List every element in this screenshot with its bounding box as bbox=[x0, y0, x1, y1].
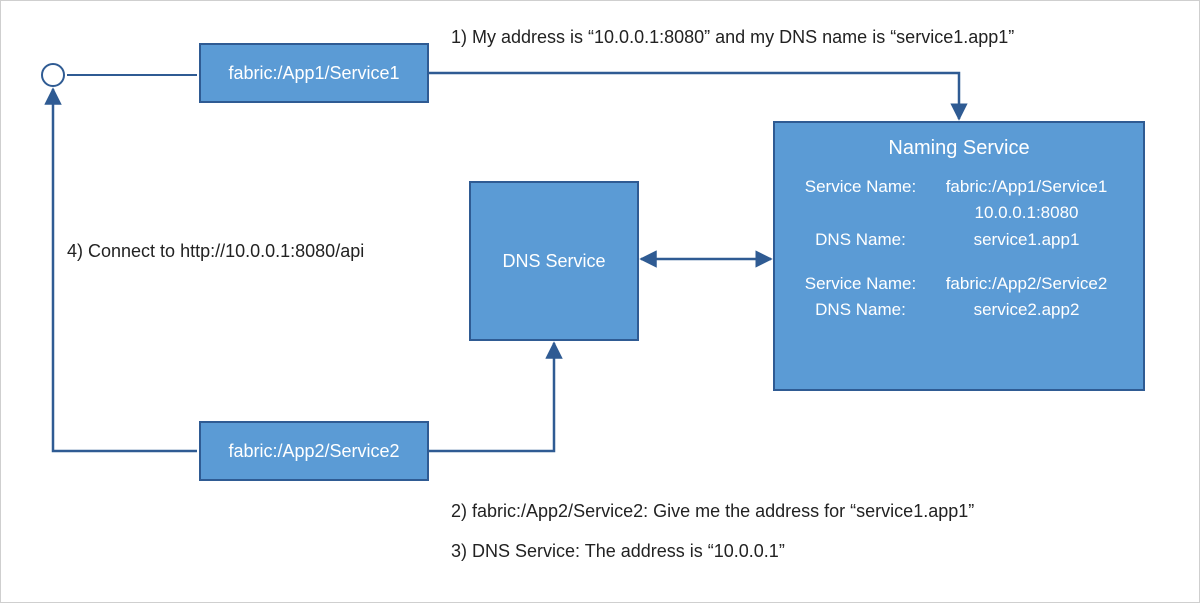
diagram-canvas: fabric:/App1/Service1 DNS Service Naming… bbox=[0, 0, 1200, 603]
box-label: DNS Service bbox=[502, 251, 605, 272]
naming-title: Naming Service bbox=[888, 137, 1029, 160]
naming-key: Service Name: bbox=[793, 271, 928, 297]
naming-value: fabric:/App2/Service2 bbox=[928, 271, 1125, 297]
box-service2: fabric:/App2/Service2 bbox=[199, 421, 429, 481]
naming-row: DNS Name: service2.app2 bbox=[793, 297, 1125, 323]
naming-value: service2.app2 bbox=[928, 297, 1125, 323]
step2-label: 2) fabric:/App2/Service2: Give me the ad… bbox=[451, 501, 974, 522]
step4-label: 4) Connect to http://10.0.0.1:8080/api bbox=[67, 241, 364, 262]
box-dns: DNS Service bbox=[469, 181, 639, 341]
step1-label: 1) My address is “10.0.0.1:8080” and my … bbox=[451, 27, 1014, 48]
step3-label: 3) DNS Service: The address is “10.0.0.1… bbox=[451, 541, 785, 562]
naming-key: Service Name: bbox=[793, 174, 928, 200]
naming-value: service1.app1 bbox=[928, 227, 1125, 253]
naming-value: 10.0.0.1:8080 bbox=[928, 200, 1125, 226]
naming-row: Service Name: fabric:/App2/Service2 bbox=[793, 271, 1125, 297]
box-naming: Naming Service Service Name: fabric:/App… bbox=[773, 121, 1145, 391]
naming-key bbox=[793, 200, 928, 226]
box-label: fabric:/App2/Service2 bbox=[228, 441, 399, 462]
naming-row: Service Name: fabric:/App1/Service1 bbox=[793, 174, 1125, 200]
start-node bbox=[41, 63, 65, 87]
box-label: fabric:/App1/Service1 bbox=[228, 63, 399, 84]
naming-value: fabric:/App1/Service1 bbox=[928, 174, 1125, 200]
naming-key: DNS Name: bbox=[793, 227, 928, 253]
naming-row: 10.0.0.1:8080 bbox=[793, 200, 1125, 226]
naming-key: DNS Name: bbox=[793, 297, 928, 323]
naming-row: DNS Name: service1.app1 bbox=[793, 227, 1125, 253]
box-service1: fabric:/App1/Service1 bbox=[199, 43, 429, 103]
